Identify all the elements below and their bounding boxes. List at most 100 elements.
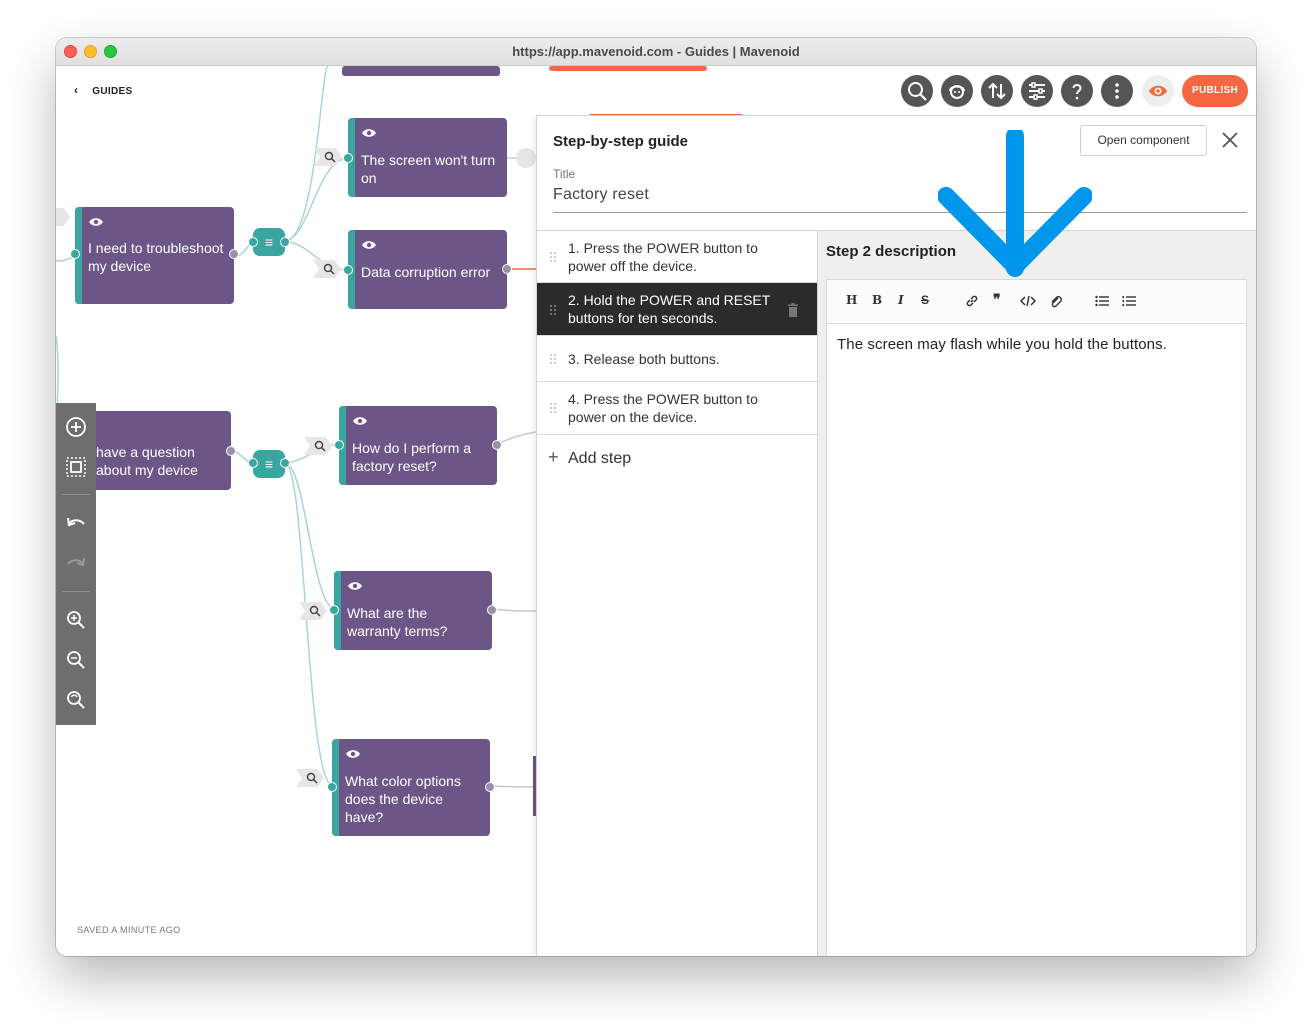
hub-input-port[interactable] [248, 458, 258, 468]
eye-icon [362, 241, 376, 249]
add-step-button[interactable]: + Add step [548, 447, 631, 468]
close-icon[interactable] [1220, 130, 1240, 150]
toolbar-divider [62, 494, 90, 495]
description-text[interactable]: The screen may flash while you hold the … [837, 336, 1167, 353]
zoom-out-icon[interactable] [64, 648, 88, 672]
output-port[interactable] [492, 440, 502, 450]
save-status: SAVED A MINUTE AGO [77, 925, 181, 935]
select-area-icon[interactable] [64, 455, 88, 479]
step-item[interactable]: 1. Press the POWER button to power off t… [537, 231, 817, 283]
rich-text-editor[interactable]: H B I S ❞ The screen may flash while you… [826, 279, 1247, 956]
input-port[interactable] [343, 265, 353, 275]
hub-input-port[interactable] [248, 237, 258, 247]
step-text: 4. Press the POWER button to power on th… [568, 391, 758, 425]
hub-output-port[interactable] [280, 458, 290, 468]
more-icon [1115, 83, 1119, 99]
quote-icon[interactable]: ❞ [993, 291, 1001, 308]
hub-output-port[interactable] [280, 237, 290, 247]
eye-icon [353, 417, 367, 425]
node-label: What color options does the device have? [345, 773, 461, 825]
search-icon [908, 82, 927, 101]
editor-toolbar: H B I S ❞ [827, 280, 1246, 324]
add-node-icon[interactable] [64, 415, 88, 439]
drag-handle-icon[interactable] [549, 353, 557, 365]
steps-list: 1. Press the POWER button to power off t… [537, 230, 818, 956]
trash-icon[interactable] [787, 303, 799, 317]
step-description-area: Step 2 description H B I S ❞ The screen … [818, 230, 1256, 956]
drag-handle-icon[interactable] [549, 402, 557, 414]
zoom-reset-icon[interactable] [64, 688, 88, 712]
title-input[interactable]: Factory reset [553, 186, 1247, 213]
italic-button[interactable]: I [898, 293, 904, 307]
publish-button[interactable]: PUBLISH [1182, 75, 1248, 107]
agent-button[interactable] [941, 75, 973, 107]
redo-icon[interactable] [64, 552, 88, 576]
search-button[interactable] [901, 75, 933, 107]
flow-node-colors[interactable]: What color options does the device have? [332, 739, 490, 836]
back-label: GUIDES [92, 86, 133, 97]
node-label: Data corruption error [361, 264, 491, 280]
link-icon[interactable] [965, 294, 979, 308]
list-icon: ≡ [264, 234, 274, 250]
help-icon [1072, 84, 1082, 100]
add-step-label: Add step [568, 450, 632, 467]
step-item[interactable]: 4. Press the POWER button to power on th… [537, 382, 817, 435]
list-icon: ≡ [264, 456, 274, 472]
strikethrough-button[interactable]: S [921, 293, 929, 307]
step-item-active[interactable]: 2. Hold the POWER and RESET buttons for … [537, 283, 817, 336]
flow-canvas[interactable]: ‹ GUIDES I need to troubleshoot my device… [56, 66, 1256, 956]
sort-button[interactable] [981, 75, 1013, 107]
drag-handle-icon[interactable] [549, 251, 557, 263]
input-port[interactable] [70, 249, 80, 259]
eye-icon [89, 218, 103, 226]
preview-button[interactable] [1142, 75, 1174, 107]
output-port[interactable] [229, 249, 239, 259]
help-button[interactable] [1061, 75, 1093, 107]
node-label: How do I perform a factory reset? [352, 440, 472, 474]
zoom-in-icon[interactable] [64, 608, 88, 632]
agent-icon [949, 85, 965, 99]
step-item[interactable]: 3. Release both buttons. [537, 336, 817, 382]
bold-button[interactable]: B [872, 293, 882, 307]
open-component-button[interactable]: Open component [1080, 125, 1207, 156]
input-port[interactable] [329, 605, 339, 615]
down-arrow-icon [938, 130, 1092, 277]
node-label: have a question about my device [96, 444, 198, 478]
settings-sliders-icon [1029, 82, 1045, 100]
node-label: I need to troubleshoot my device [88, 240, 224, 274]
node-label: The screen won't turn on [361, 152, 496, 186]
numbered-list-icon[interactable] [1122, 295, 1136, 307]
bullet-list-icon[interactable] [1095, 295, 1109, 307]
step-text: 1. Press the POWER button to power off t… [568, 240, 758, 274]
flow-node-corruption[interactable]: Data corruption error [348, 230, 507, 309]
back-to-guides-link[interactable]: ‹ GUIDES [74, 83, 132, 97]
title-label: Title [553, 167, 576, 181]
flow-node-factory-reset[interactable]: How do I perform a factory reset? [339, 406, 497, 485]
code-icon[interactable] [1020, 294, 1036, 308]
input-port[interactable] [343, 153, 353, 163]
eye-icon [348, 582, 362, 590]
output-port[interactable] [485, 782, 495, 792]
sort-icon [988, 82, 1006, 100]
chevron-left-icon: ‹ [74, 83, 79, 97]
flow-node-warranty[interactable]: What are the warranty terms? [334, 571, 492, 650]
eye-icon [346, 750, 360, 758]
drag-handle-icon[interactable] [549, 304, 557, 316]
input-port[interactable] [327, 782, 337, 792]
input-port[interactable] [334, 440, 344, 450]
output-port[interactable] [502, 264, 512, 274]
title-bar: https://app.mavenoid.com - Guides | Mave… [56, 38, 1256, 66]
flow-node-screen[interactable]: The screen won't turn on [348, 118, 507, 197]
undo-icon[interactable] [64, 512, 88, 536]
settings-button[interactable] [1021, 75, 1053, 107]
flow-node-troubleshoot[interactable]: I need to troubleshoot my device [75, 207, 234, 304]
output-port[interactable] [487, 605, 497, 615]
plus-icon: + [548, 447, 559, 467]
output-port[interactable] [226, 446, 236, 456]
heading-button[interactable]: H [846, 293, 857, 307]
toolbar-divider [62, 591, 90, 592]
attach-icon[interactable] [1049, 294, 1063, 308]
more-button[interactable] [1101, 75, 1133, 107]
browser-window: https://app.mavenoid.com - Guides | Mave… [56, 38, 1256, 956]
eye-icon [362, 129, 376, 137]
